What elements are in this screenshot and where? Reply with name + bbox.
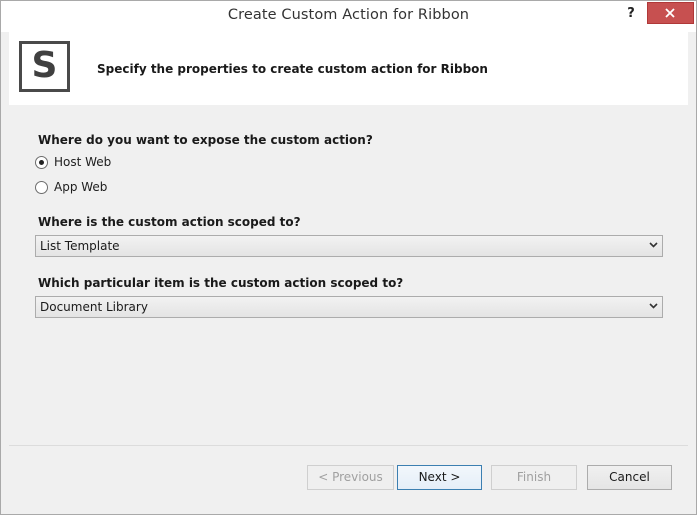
close-button[interactable]: [647, 2, 694, 24]
expose-question-label: Where do you want to expose the custom a…: [38, 133, 373, 147]
chevron-down-icon: [649, 242, 658, 248]
scope-question-label: Where is the custom action scoped to?: [38, 215, 301, 229]
next-button[interactable]: Next >: [397, 465, 482, 490]
radio-label: Host Web: [54, 155, 112, 169]
scope-select[interactable]: List Template: [35, 235, 663, 257]
wizard-banner: S Specify the properties to create custo…: [9, 32, 688, 105]
finish-button[interactable]: Finish: [491, 465, 577, 490]
item-select[interactable]: Document Library: [35, 296, 663, 318]
radio-selected-dot: [39, 160, 44, 165]
cancel-button[interactable]: Cancel: [587, 465, 672, 490]
footer-divider: [9, 445, 688, 446]
wizard-content: Where do you want to expose the custom a…: [9, 105, 688, 445]
scope-select-value: List Template: [40, 239, 120, 253]
dialog-window: Create Custom Action for Ribbon ? S Spec…: [0, 0, 697, 515]
previous-button[interactable]: < Previous: [307, 465, 394, 490]
item-select-value: Document Library: [40, 300, 148, 314]
radio-label: App Web: [54, 180, 108, 194]
sharepoint-logo-icon: S: [19, 41, 70, 92]
close-icon: [665, 8, 675, 18]
banner-description: Specify the properties to create custom …: [97, 62, 488, 76]
chevron-down-icon: [649, 303, 658, 309]
radio-button[interactable]: [35, 181, 48, 194]
help-button[interactable]: ?: [620, 4, 642, 24]
window-title: Create Custom Action for Ribbon: [227, 7, 470, 23]
item-question-label: Which particular item is the custom acti…: [38, 276, 404, 290]
title-bar: Create Custom Action for Ribbon ?: [1, 1, 696, 32]
radio-button[interactable]: [35, 156, 48, 169]
